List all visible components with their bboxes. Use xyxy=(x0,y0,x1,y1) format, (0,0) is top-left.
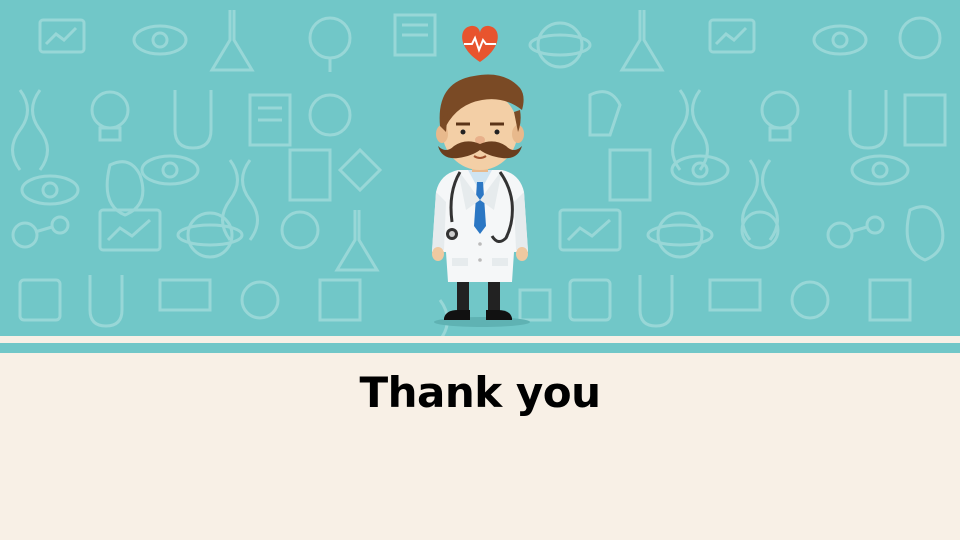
divider-teal xyxy=(0,343,960,353)
heart-pulse-icon xyxy=(462,25,498,62)
doctor-illustration xyxy=(432,25,530,327)
divider-light xyxy=(0,336,960,343)
slide: Thank you xyxy=(0,0,960,540)
slide-title: Thank you xyxy=(359,368,601,417)
